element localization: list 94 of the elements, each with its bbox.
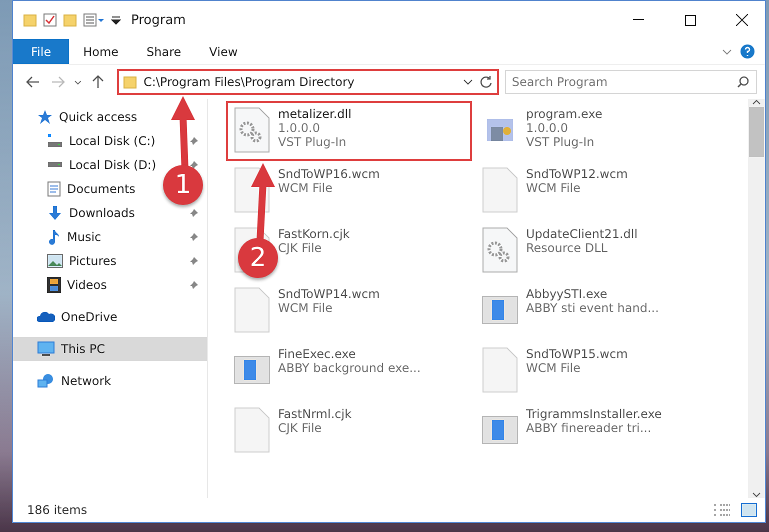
properties-icon[interactable] — [83, 13, 105, 27]
pin-icon[interactable] — [189, 232, 199, 242]
drive-icon — [47, 134, 63, 148]
file-icon — [482, 347, 518, 393]
file-name: UpdateClient21.dll — [526, 227, 638, 241]
nav-item[interactable]: Videos — [13, 273, 161, 297]
file-detail: VST Plug-In — [278, 135, 348, 149]
large-icons-view-icon[interactable] — [741, 503, 757, 517]
refresh-icon[interactable] — [478, 75, 493, 89]
expand-ribbon-icon[interactable] — [722, 48, 732, 54]
address-bar[interactable]: C:\Program Files\Program Directory — [117, 69, 499, 95]
file-detail: ABBY sti event hand... — [526, 301, 659, 315]
nav-item[interactable]: Network — [13, 369, 161, 393]
ribbon-tab[interactable]: Share — [132, 39, 196, 64]
pin-icon[interactable] — [189, 280, 199, 290]
search-field[interactable]: Search Program — [504, 70, 757, 94]
network-icon — [37, 373, 55, 389]
cloud-icon — [37, 311, 55, 323]
music-note-icon — [47, 229, 61, 245]
installer-icon — [487, 119, 513, 141]
file-detail: WCM File — [526, 361, 582, 375]
file-name: AbbyySTI.exe — [526, 287, 608, 301]
folder-icon — [123, 75, 138, 89]
pin-icon[interactable] — [189, 256, 199, 266]
file-name: TrigrammsInstaller.exe — [526, 407, 662, 421]
film-icon — [47, 277, 61, 293]
ribbon-tab[interactable]: Home — [69, 39, 133, 64]
search-icon — [737, 76, 749, 88]
file-detail: ABBY finereader tri... — [526, 421, 652, 435]
gear-file-icon — [482, 227, 518, 273]
file-detail: WCM File — [278, 301, 334, 315]
nav-item[interactable]: Downloads — [13, 201, 161, 225]
help-icon[interactable] — [740, 44, 755, 59]
pin-icon[interactable] — [189, 160, 199, 170]
gear-file-icon — [234, 107, 270, 153]
monitor-icon — [37, 341, 55, 357]
maximize-icon[interactable] — [684, 14, 696, 26]
file-detail: Resource DLL — [526, 241, 608, 255]
scroll-up-icon[interactable] — [752, 99, 761, 105]
file-detail: VST Plug-In — [526, 135, 596, 149]
file-detail: CJK File — [278, 421, 323, 435]
file-name: FastNrml.cjk — [278, 407, 352, 421]
scrollbar[interactable] — [748, 99, 765, 498]
dropdown-icon[interactable] — [111, 14, 121, 26]
nav-item[interactable]: Music — [13, 225, 161, 249]
minimize-icon[interactable] — [632, 19, 644, 21]
pictures-icon — [47, 254, 63, 268]
window-file-icon — [234, 356, 270, 384]
ribbon-tab[interactable]: View — [195, 39, 252, 64]
file-icon — [234, 407, 270, 453]
file-name: SndToWP15.wcm — [526, 347, 628, 361]
download-icon — [47, 205, 63, 221]
nav-item[interactable]: Quick access — [13, 105, 161, 129]
file-detail: 1.0.0.0 — [526, 121, 569, 135]
file-detail: 1.0.0.0 — [278, 121, 321, 135]
scroll-down-icon[interactable] — [752, 492, 761, 498]
file-name: FineExec.exe — [278, 347, 357, 361]
file-detail: WCM File — [278, 181, 334, 195]
file-menu-button[interactable]: File — [13, 39, 70, 64]
file-name: program.exe — [526, 107, 602, 121]
drive-icon — [47, 162, 63, 168]
file-name: SndToWP12.wcm — [526, 167, 628, 181]
scroll-thumb[interactable] — [749, 107, 764, 157]
recent-locations-icon[interactable] — [74, 80, 82, 84]
item-count: 186 items — [27, 503, 88, 517]
file-icon — [234, 287, 270, 333]
close-icon[interactable] — [736, 14, 748, 26]
nav-item[interactable]: Local Disk (D:) — [13, 153, 161, 177]
nav-item[interactable]: Local Disk (C:) — [13, 129, 161, 153]
file-name: metalizer.dll — [278, 107, 352, 121]
up-arrow-icon[interactable] — [92, 75, 104, 89]
file-item[interactable]: metalizer.dll 1.0.0.0 VST Plug-In — [228, 103, 470, 159]
back-arrow-icon[interactable] — [26, 76, 40, 88]
dropdown-icon[interactable] — [462, 79, 473, 85]
window-file-icon — [482, 296, 518, 324]
details-view-icon[interactable] — [713, 503, 731, 517]
document-icon — [47, 181, 61, 197]
file-name: FastKorn.cjk — [278, 227, 350, 241]
pin-icon[interactable] — [189, 208, 199, 218]
nav-item[interactable]: This PC — [13, 337, 207, 361]
file-icon — [482, 167, 518, 213]
nav-item[interactable]: Pictures — [13, 249, 161, 273]
file-detail: ABBY background exe... — [278, 361, 421, 375]
file-detail: WCM File — [526, 181, 582, 195]
window-file-icon — [482, 416, 518, 444]
pin-icon[interactable] — [189, 136, 199, 146]
file-detail: CJK File — [278, 241, 323, 255]
star-icon — [37, 109, 53, 125]
checkmark-icon[interactable] — [43, 13, 57, 27]
file-name: SndToWP16.wcm — [278, 167, 380, 181]
window-title: Program — [131, 12, 187, 28]
file-name: SndToWP14.wcm — [278, 287, 380, 301]
nav-item[interactable]: Documents — [13, 177, 161, 201]
nav-item[interactable]: OneDrive — [13, 305, 161, 329]
